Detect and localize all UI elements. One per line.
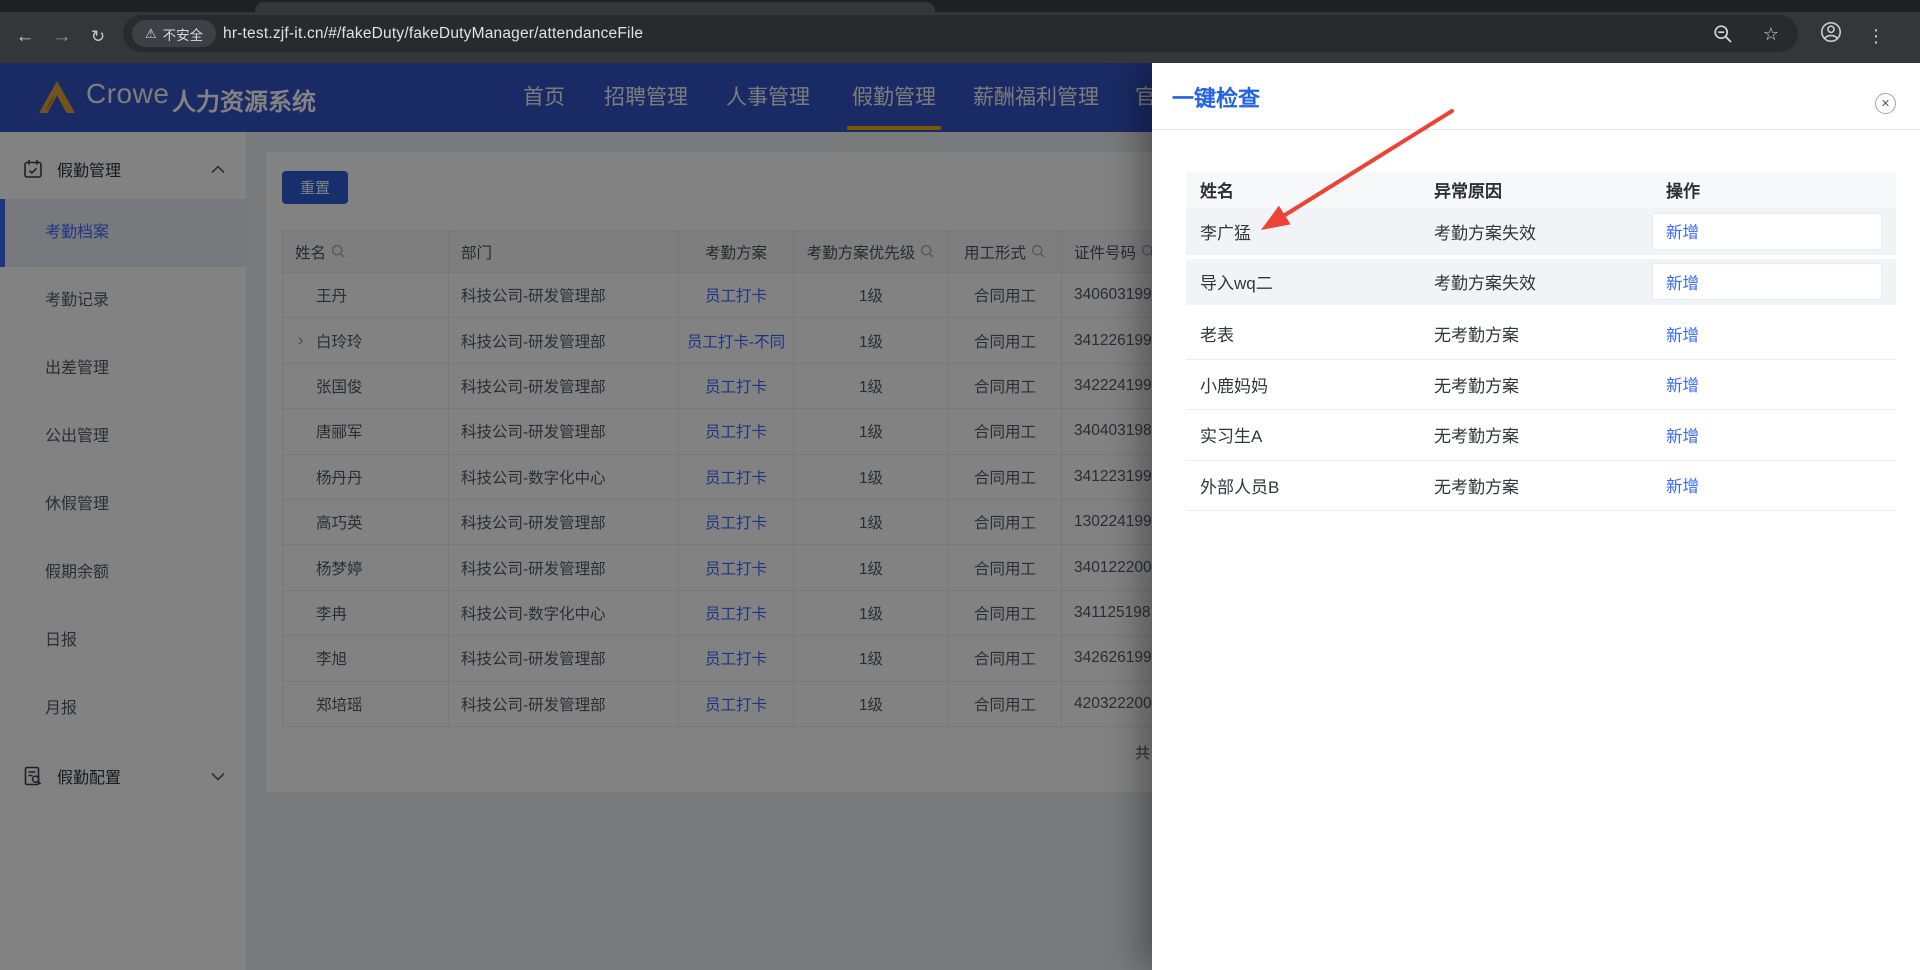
back-icon[interactable]: ←: [12, 23, 38, 51]
check-action-cell: 新增: [1652, 372, 1896, 396]
check-result-row: 外部人员B 无考勤方案 新增: [1186, 461, 1896, 511]
add-button[interactable]: 新增: [1666, 377, 1699, 395]
check-name-cell: 外部人员B: [1200, 477, 1280, 497]
security-label: 不安全: [162, 27, 204, 43]
drawer-column-header-3: 操作: [1666, 182, 1700, 201]
warning-icon: ⚠: [145, 25, 157, 41]
drawer-column-header-2: 异常原因: [1434, 182, 1502, 201]
check-result-table-body: 李广猛 考勤方案失效 新增 导入wq二 考勤方案失效 新增 老表 无考勤方案 新增 小鹿妈妈 无考勤…: [1186, 208, 1896, 511]
check-reason-cell: 无考勤方案: [1434, 376, 1519, 396]
browser-menu-icon[interactable]: ⋮: [1866, 23, 1886, 49]
check-name-cell: 实习生A: [1200, 427, 1263, 447]
site-security-chip[interactable]: ⚠ 不安全: [132, 20, 217, 47]
check-name-cell: 小鹿妈妈: [1200, 376, 1268, 396]
forward-icon[interactable]: →: [49, 23, 75, 51]
check-action-cell: 新增: [1652, 263, 1896, 301]
check-reason-cell: 考勤方案失效: [1434, 223, 1536, 243]
browser-chrome: ← → ↻ ⚠ 不安全 hr-test.zjf-it.cn/#/fakeDuty…: [0, 0, 1920, 63]
check-result-row: 小鹿妈妈 无考勤方案 新增: [1186, 360, 1896, 410]
one-click-check-drawer: 一键检查 ✕ 姓名 异常原因 操作 李广猛 考勤方案失效 新增 导入wq二 考勤方案失效 新增…: [1152, 63, 1920, 970]
drawer-header: 一键检查 ✕: [1152, 63, 1920, 130]
check-action-cell: 新增: [1652, 322, 1896, 346]
browser-tab-strip: [0, 0, 1920, 12]
close-icon[interactable]: ✕: [1875, 93, 1896, 114]
check-action-cell: 新增: [1652, 212, 1896, 250]
browser-active-tab[interactable]: [255, 2, 935, 12]
check-action-cell: 新增: [1652, 423, 1896, 447]
add-button-box[interactable]: 新增: [1652, 212, 1882, 250]
profile-icon[interactable]: [1820, 21, 1842, 43]
drawer-column-header-1: 姓名: [1200, 182, 1234, 201]
check-reason-cell: 无考勤方案: [1434, 326, 1519, 346]
url-input[interactable]: hr-test.zjf-it.cn/#/fakeDuty/fakeDutyMan…: [223, 15, 643, 52]
check-result-row: 老表 无考勤方案 新增: [1186, 309, 1896, 360]
check-result-row: 实习生A 无考勤方案 新增: [1186, 410, 1896, 461]
zoom-indicator-icon[interactable]: [1713, 24, 1733, 44]
add-button[interactable]: 新增: [1666, 327, 1699, 345]
check-action-cell: 新增: [1652, 473, 1896, 497]
drawer-title: 一键检查: [1172, 86, 1261, 111]
check-reason-cell: 无考勤方案: [1434, 477, 1519, 497]
check-reason-cell: 无考勤方案: [1434, 427, 1519, 447]
add-button[interactable]: 新增: [1666, 478, 1699, 496]
check-result-table: 姓名 异常原因 操作 李广猛 考勤方案失效 新增 导入wq二 考勤方案失效 新增 老表 无考勤方案…: [1186, 171, 1896, 511]
check-name-cell: 老表: [1200, 326, 1234, 346]
app-root: ← → ↻ ⚠ 不安全 hr-test.zjf-it.cn/#/fakeDuty…: [0, 0, 1920, 970]
address-bar[interactable]: ⚠ 不安全 hr-test.zjf-it.cn/#/fakeDuty/fakeD…: [123, 15, 1798, 52]
add-button-box[interactable]: 新增: [1652, 263, 1882, 301]
check-reason-cell: 考勤方案失效: [1434, 274, 1536, 294]
check-result-table-header: 姓名 异常原因 操作: [1186, 171, 1896, 208]
check-name-cell: 导入wq二: [1200, 274, 1273, 294]
check-result-row: 李广猛 考勤方案失效 新增: [1186, 208, 1896, 259]
bookmark-star-icon[interactable]: ☆: [1760, 20, 1782, 47]
check-result-row: 导入wq二 考勤方案失效 新增: [1186, 258, 1896, 309]
add-button[interactable]: 新增: [1666, 428, 1699, 446]
add-button[interactable]: 新增: [1666, 219, 1699, 243]
add-button[interactable]: 新增: [1666, 270, 1699, 294]
check-name-cell: 李广猛: [1200, 223, 1251, 243]
reload-icon[interactable]: ↻: [85, 23, 111, 51]
